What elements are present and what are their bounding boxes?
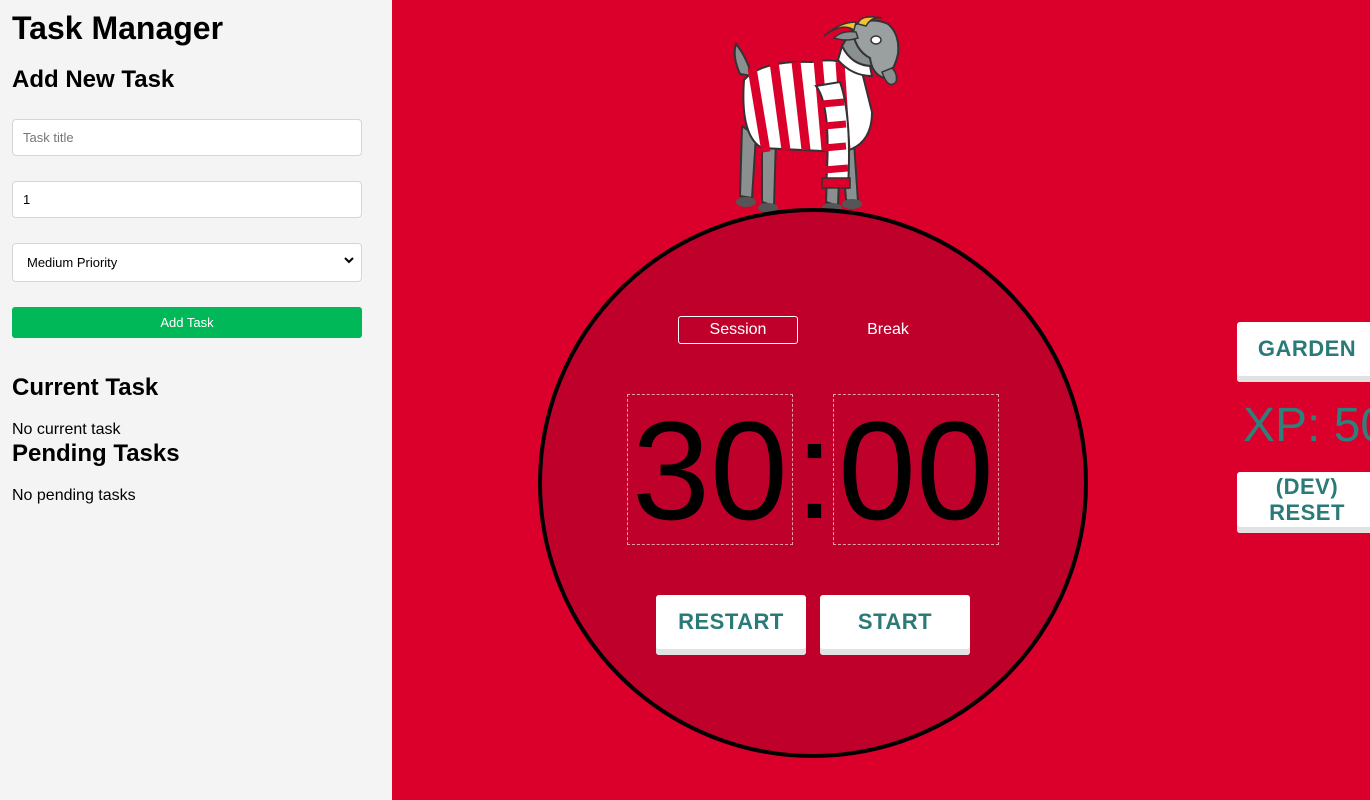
task-title-input[interactable] (12, 119, 362, 156)
tab-break[interactable]: Break (828, 316, 948, 344)
add-task-heading: Add New Task (12, 66, 175, 93)
timer-area: Session Break 30 : 00 RESTART START GARD… (392, 0, 1370, 800)
timer-seconds[interactable]: 00 (833, 394, 999, 545)
timer-separator: : (795, 391, 834, 548)
timer-minutes[interactable]: 30 (627, 394, 793, 545)
start-button[interactable]: START (820, 595, 970, 655)
dev-reset-button[interactable]: (DEV) RESET (1237, 472, 1370, 533)
current-task-text: No current task (12, 421, 121, 438)
pending-tasks-heading: Pending Tasks (12, 440, 180, 467)
add-task-button[interactable]: Add Task (12, 307, 362, 338)
pomodoro-count-input[interactable] (12, 181, 362, 218)
priority-select[interactable]: Medium Priority (12, 243, 362, 282)
goat-mascot-icon (722, 16, 912, 221)
tab-session[interactable]: Session (678, 316, 798, 344)
task-sidebar: Task Manager Add New Task Medium Priorit… (0, 0, 392, 800)
xp-counter: XP: 50 (1243, 399, 1370, 452)
restart-button[interactable]: RESTART (656, 595, 806, 655)
app-root: Task Manager Add New Task Medium Priorit… (0, 0, 1370, 800)
pending-tasks-text: No pending tasks (12, 487, 136, 504)
app-title: Task Manager (12, 10, 224, 46)
garden-button[interactable]: GARDEN (1237, 322, 1370, 382)
current-task-heading: Current Task (12, 374, 159, 401)
